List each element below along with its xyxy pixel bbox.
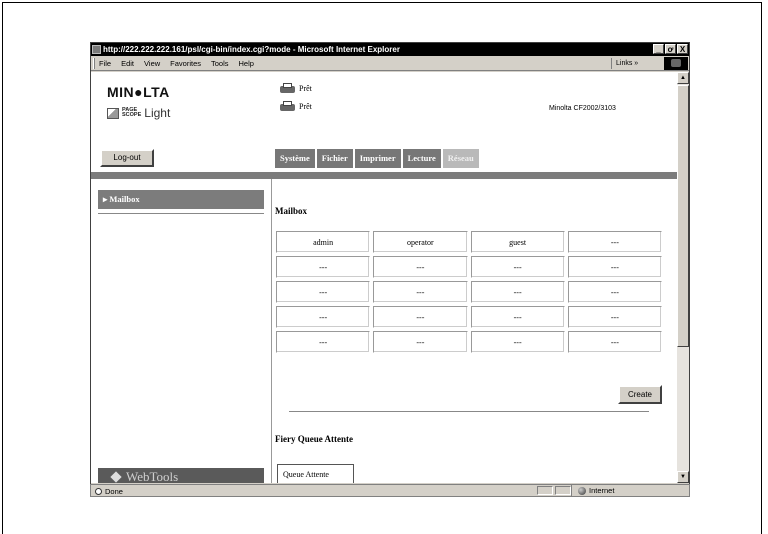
logout-button[interactable]: Log-out: [100, 149, 154, 167]
sidebar-divider: [98, 213, 264, 214]
mailbox-cell[interactable]: ---: [276, 306, 371, 328]
webtools-logo: WebTools: [98, 468, 264, 483]
printer-status-text-1: Prêt: [299, 84, 312, 93]
menu-edit[interactable]: Edit: [121, 56, 134, 71]
mailbox-cell[interactable]: admin: [276, 231, 371, 253]
maximize-button[interactable]: ơ: [665, 44, 676, 54]
mailbox-cell[interactable]: ---: [567, 281, 662, 303]
device-model: Minolta CF2002/3103: [549, 105, 616, 112]
printer-icon: [279, 101, 296, 112]
window-controls: _ ơ X: [653, 44, 688, 54]
printer-status-2: Prêt: [279, 101, 312, 112]
scroll-up-button[interactable]: ▲: [677, 72, 689, 84]
minolta-logo: MIN●LTA: [107, 84, 170, 100]
menu-favorites[interactable]: Favorites: [170, 56, 201, 71]
mailbox-cell[interactable]: ---: [567, 306, 662, 328]
mailbox-cell[interactable]: ---: [373, 256, 468, 278]
mailbox-cell[interactable]: operator: [373, 231, 468, 253]
browser-window: http://222.222.222.161/psl/cgi-bin/index…: [90, 42, 690, 489]
create-button[interactable]: Create: [618, 385, 662, 404]
status-done-text: Done: [105, 487, 123, 496]
mailbox-cell[interactable]: guest: [470, 231, 565, 253]
main-tabs: Système Fichier Imprimer Lecture Réseau: [275, 149, 479, 168]
mailbox-cell[interactable]: ---: [567, 331, 662, 353]
column-divider: [271, 179, 272, 483]
pagescope-small-bottom: SCOPE: [122, 112, 142, 118]
minimize-button[interactable]: _: [653, 44, 664, 54]
close-button[interactable]: X: [677, 44, 688, 54]
mailbox-cell[interactable]: ---: [470, 281, 565, 303]
menu-tools[interactable]: Tools: [211, 56, 229, 71]
webtools-label: WebTools: [126, 469, 179, 483]
printer-status-1: Prêt: [279, 83, 312, 94]
pagescope-light-text: Light: [144, 106, 171, 120]
zone-label: Internet: [589, 486, 615, 495]
header-band: [91, 172, 677, 179]
tab-systeme[interactable]: Système: [275, 149, 315, 168]
tab-lecture[interactable]: Lecture: [402, 149, 441, 168]
page-done-icon: [95, 488, 102, 495]
sidebar-item-mailbox[interactable]: ▸ Mailbox: [98, 190, 264, 209]
mailbox-cell[interactable]: ---: [470, 256, 565, 278]
page-content: MIN●LTA PAGE SCOPE Light Prêt Prêt Minol…: [91, 72, 677, 483]
mailbox-cell[interactable]: ---: [567, 231, 662, 253]
internet-zone-icon: [578, 486, 586, 495]
webtools-icon: [110, 471, 122, 483]
mailbox-cell[interactable]: ---: [373, 281, 468, 303]
pagescope-logo: PAGE SCOPE Light: [107, 106, 170, 120]
window-title: http://222.222.222.161/psl/cgi-bin/index…: [103, 45, 400, 54]
queue-title: Fiery Queue Attente: [275, 434, 353, 444]
status-bar: Done Internet: [90, 484, 690, 497]
menu-help[interactable]: Help: [239, 56, 254, 71]
title-bar: http://222.222.222.161/psl/cgi-bin/index…: [91, 43, 689, 56]
scroll-down-button[interactable]: ▼: [677, 471, 689, 483]
status-pane: [537, 486, 553, 495]
tab-fichier[interactable]: Fichier: [316, 149, 353, 168]
toolbar-grip[interactable]: [93, 58, 95, 69]
mailbox-cell[interactable]: ---: [470, 306, 565, 328]
security-zone: Internet: [571, 485, 676, 496]
windows-logo-icon: [664, 57, 688, 70]
queue-attente-button[interactable]: Queue Attente: [277, 464, 354, 483]
menu-file[interactable]: File: [99, 56, 111, 71]
mailbox-cell[interactable]: ---: [373, 331, 468, 353]
mailbox-grid: admin operator guest --- --- --- --- ---…: [276, 231, 662, 353]
mailbox-cell[interactable]: ---: [567, 256, 662, 278]
menu-view[interactable]: View: [144, 56, 160, 71]
tab-imprimer[interactable]: Imprimer: [354, 149, 401, 168]
vertical-scrollbar[interactable]: ▲ ▼: [677, 72, 689, 483]
mailbox-cell[interactable]: ---: [470, 331, 565, 353]
mailbox-cell[interactable]: ---: [373, 306, 468, 328]
mailbox-cell[interactable]: ---: [276, 331, 371, 353]
ie-app-icon: [92, 45, 101, 54]
mailbox-cell[interactable]: ---: [276, 281, 371, 303]
scroll-thumb[interactable]: [677, 85, 689, 347]
mailbox-title: Mailbox: [275, 206, 308, 216]
pagescope-icon: [107, 107, 119, 119]
menu-bar: File Edit View Favorites Tools Help Link…: [91, 56, 689, 71]
links-toolbar[interactable]: Links »: [611, 58, 663, 69]
printer-status-text-2: Prêt: [299, 102, 312, 111]
status-pane: [555, 486, 571, 495]
printer-icon: [279, 83, 296, 94]
mailbox-cell[interactable]: ---: [276, 256, 371, 278]
section-separator: [289, 411, 649, 412]
tab-reseau[interactable]: Réseau: [442, 149, 479, 168]
